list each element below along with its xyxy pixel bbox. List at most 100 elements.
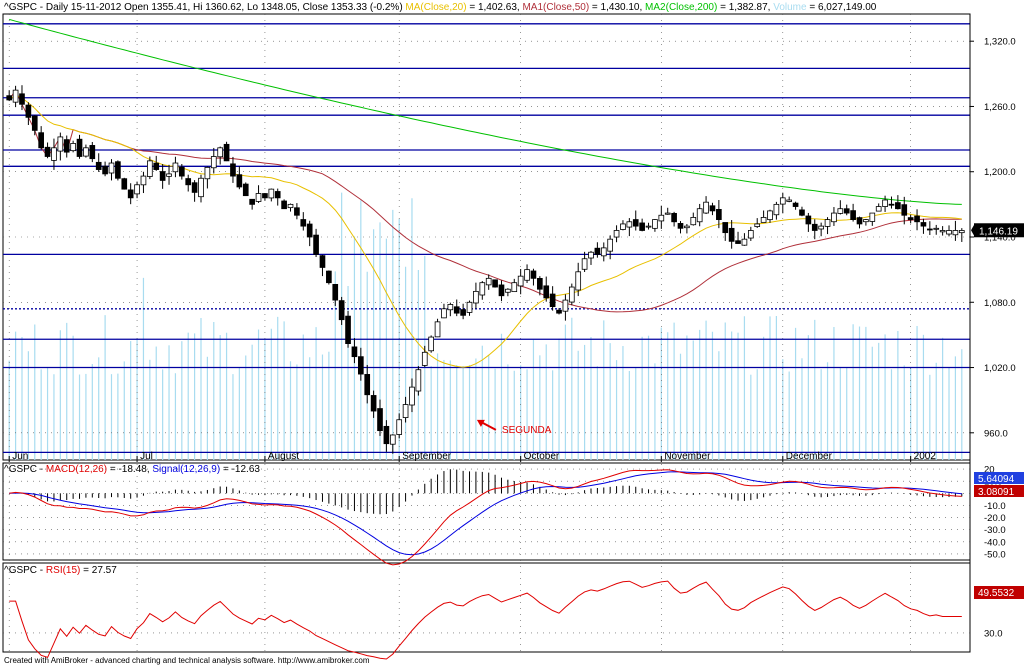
candle-body	[735, 240, 741, 244]
candle-body	[716, 209, 722, 220]
macd-tick-label: -30.0	[984, 525, 1006, 536]
candle-body	[223, 143, 230, 162]
candle-body	[600, 247, 607, 257]
candle-body	[760, 217, 767, 223]
last-price-label: 1,146.19	[979, 226, 1018, 237]
candle-body	[581, 258, 588, 270]
candle-body	[102, 165, 108, 175]
candle-body	[639, 222, 645, 231]
candle-body	[313, 234, 319, 255]
panel-frame-2	[2, 462, 971, 561]
footer-credit: Created with AmiBroker - advanced charti…	[4, 656, 370, 665]
candle-body	[121, 178, 128, 190]
candle-body	[696, 208, 703, 223]
candle-body	[473, 290, 479, 304]
candle-body	[383, 425, 390, 445]
candle-body	[364, 374, 371, 396]
candle-body	[767, 210, 773, 221]
candle-body	[773, 203, 780, 216]
candle-body	[632, 219, 639, 227]
candle-body	[447, 304, 454, 311]
candle-body	[166, 173, 172, 177]
candle-body	[300, 219, 307, 227]
candle-body	[537, 278, 543, 290]
candle-body	[217, 147, 224, 158]
candle-body	[434, 321, 441, 338]
price-tick-label: 1,260.0	[984, 102, 1016, 113]
candle-body	[741, 238, 748, 246]
candle-body	[588, 251, 594, 259]
candle-body	[863, 219, 869, 223]
candle-body	[249, 198, 255, 205]
candle-body	[370, 395, 377, 412]
ma50-line	[8, 89, 962, 313]
candle-body	[108, 162, 115, 174]
candle-body	[568, 286, 575, 303]
candle-body	[172, 162, 179, 173]
candle-body	[824, 219, 831, 227]
candle-body	[831, 212, 837, 223]
panel-frame-1	[2, 13, 971, 461]
candle-body	[345, 315, 351, 345]
candle-body	[76, 138, 83, 157]
candle-body	[505, 288, 511, 293]
candle-body	[875, 206, 882, 212]
price-tick-label: 1,020.0	[984, 363, 1016, 374]
candle-body	[786, 199, 793, 202]
candle-body	[185, 178, 192, 186]
candle-body	[594, 247, 601, 255]
candle-body	[460, 309, 466, 316]
candle-body	[530, 270, 537, 279]
rsi-value-tag: 49.5532	[978, 588, 1015, 599]
candle-body	[147, 160, 153, 177]
candle-body	[415, 369, 422, 392]
candle-body	[895, 202, 901, 210]
candle-body	[684, 225, 690, 229]
candle-body	[722, 222, 729, 234]
candle-body	[914, 215, 920, 223]
candle-body	[645, 225, 652, 228]
candle-body	[479, 282, 486, 296]
candle-body	[89, 145, 96, 160]
month-label: November	[664, 451, 711, 462]
macd-tick-label: -40.0	[984, 537, 1006, 548]
candle-body	[485, 277, 492, 286]
candle-body	[441, 308, 447, 319]
candle-body	[19, 93, 25, 105]
candle-body	[607, 238, 613, 252]
candle-body	[326, 270, 332, 284]
candle-body	[677, 223, 684, 229]
candle-body	[95, 161, 102, 170]
candle-body	[70, 143, 76, 152]
price-tick-label: 960.0	[984, 428, 1008, 439]
candle-body	[402, 404, 409, 418]
candle-body	[421, 351, 428, 366]
candle-body	[198, 177, 204, 198]
last-price-tag-arrow	[971, 223, 975, 238]
candle-body	[907, 217, 914, 220]
candle-body	[57, 136, 64, 152]
candle-body	[466, 301, 473, 313]
candle-body	[153, 162, 160, 170]
candle-body	[389, 434, 396, 445]
candle-body	[869, 212, 876, 222]
candle-body	[658, 214, 665, 222]
chart-canvas: 960.01,020.01,080.01,140.01,200.01,260.0…	[2, 13, 1024, 660]
month-label: August	[268, 451, 299, 462]
candle-body	[191, 182, 198, 193]
candle-body	[25, 104, 32, 118]
macd-tick-label: -10.0	[984, 501, 1006, 512]
candle-body	[920, 222, 927, 227]
candle-body	[332, 283, 339, 301]
candle-body	[754, 223, 761, 227]
candle-body	[178, 166, 185, 177]
candle-body	[703, 201, 709, 214]
candle-body	[127, 189, 134, 199]
candle-body	[511, 282, 518, 293]
candle-body	[850, 210, 856, 220]
candle-body	[927, 228, 933, 231]
panel-frame-3	[2, 562, 971, 653]
candle-body	[613, 230, 620, 238]
candle-body	[12, 89, 19, 103]
candle-body	[83, 147, 89, 157]
